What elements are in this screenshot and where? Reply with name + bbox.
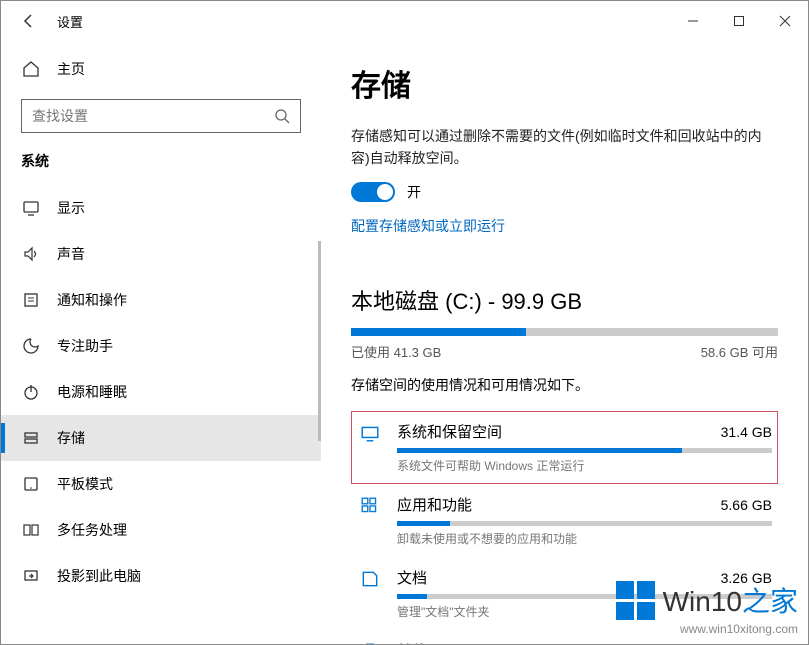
maximize-icon [733, 15, 745, 27]
sidebar-item-label: 投影到此电脑 [57, 566, 141, 586]
sidebar-item-label: 通知和操作 [57, 290, 127, 310]
disk-free-label: 58.6 GB 可用 [701, 342, 778, 361]
watermark: Win10之家 www.win10xitong.com [616, 580, 798, 636]
display-icon [21, 199, 41, 217]
page-title: 存储 [351, 61, 778, 105]
main-content: 存储 存储感知可以通过删除不需要的文件(例如临时文件和回收站中的内容)自动释放空… [321, 41, 808, 644]
sidebar-item-label: 专注助手 [57, 336, 113, 356]
tablet-icon [21, 475, 41, 493]
home-icon [21, 60, 41, 78]
other-icon [357, 642, 383, 644]
toggle-label: 开 [407, 182, 421, 202]
sidebar-item-tablet[interactable]: 平板模式 [1, 461, 321, 507]
sidebar-item-label: 多任务处理 [57, 520, 127, 540]
category-system[interactable]: 系统和保留空间 31.4 GB 系统文件可帮助 Windows 正常运行 [351, 411, 778, 484]
minimize-icon [687, 15, 699, 27]
arrow-left-icon [21, 13, 37, 29]
sidebar-item-sound[interactable]: 声音 [1, 231, 321, 277]
search-icon [274, 108, 290, 124]
nav-list: 显示声音通知和操作专注助手电源和睡眠存储平板模式多任务处理投影到此电脑 [1, 185, 321, 599]
sidebar-item-power[interactable]: 电源和睡眠 [1, 369, 321, 415]
category-name: 应用和功能 [397, 494, 472, 515]
category-size: 31.4 GB [721, 424, 772, 440]
sidebar-item-project[interactable]: 投影到此电脑 [1, 553, 321, 599]
focus-icon [21, 337, 41, 355]
notifications-icon [21, 291, 41, 309]
category-name: 文档 [397, 567, 427, 588]
storage-sense-desc: 存储感知可以通过删除不需要的文件(例如临时文件和回收站中的内容)自动释放空间。 [351, 125, 778, 170]
home-button[interactable]: 主页 [1, 51, 321, 87]
sidebar-item-notifications[interactable]: 通知和操作 [1, 277, 321, 323]
category-size: 5.66 GB [721, 497, 772, 513]
category-bar [397, 521, 772, 526]
sidebar-item-label: 显示 [57, 198, 85, 218]
storage-sense-toggle[interactable] [351, 182, 395, 202]
project-icon [21, 567, 41, 585]
usage-desc: 存储空间的使用情况和可用情况如下。 [351, 375, 778, 395]
sidebar: 主页 系统 显示声音通知和操作专注助手电源和睡眠存储平板模式多任务处理投影到此电… [1, 41, 321, 644]
disk-used-label: 已使用 41.3 GB [351, 342, 441, 361]
home-label: 主页 [57, 59, 85, 79]
watermark-url: www.win10xitong.com [616, 622, 798, 636]
minimize-button[interactable] [670, 1, 716, 41]
apps-icon [357, 496, 383, 516]
search-box[interactable] [21, 99, 301, 133]
category-name: 其他 [397, 640, 427, 644]
windows-logo-icon [616, 581, 655, 620]
power-icon [21, 383, 41, 401]
sidebar-item-display[interactable]: 显示 [1, 185, 321, 231]
back-button[interactable] [11, 1, 47, 41]
maximize-button[interactable] [716, 1, 762, 41]
window-title: 设置 [57, 12, 83, 31]
category-apps[interactable]: 应用和功能 5.66 GB 卸载未使用或不想要的应用和功能 [351, 484, 778, 557]
storage-icon [21, 429, 41, 447]
system-icon [357, 423, 383, 443]
titlebar: 设置 [1, 1, 808, 41]
category-sub: 系统文件可帮助 Windows 正常运行 [397, 457, 772, 474]
sidebar-item-focus[interactable]: 专注助手 [1, 323, 321, 369]
search-input[interactable] [32, 108, 274, 124]
close-button[interactable] [762, 1, 808, 41]
sidebar-item-label: 存储 [57, 428, 85, 448]
sidebar-item-storage[interactable]: 存储 [1, 415, 321, 461]
sidebar-item-label: 电源和睡眠 [57, 382, 127, 402]
multitask-icon [21, 521, 41, 539]
section-label: 系统 [1, 151, 321, 185]
close-icon [779, 15, 791, 27]
sound-icon [21, 245, 41, 263]
disk-usage-bar [351, 328, 778, 336]
sidebar-item-label: 平板模式 [57, 474, 113, 494]
disk-title: 本地磁盘 (C:) - 99.9 GB [351, 284, 778, 316]
category-name: 系统和保留空间 [397, 421, 502, 442]
sidebar-item-multitask[interactable]: 多任务处理 [1, 507, 321, 553]
category-sub: 卸载未使用或不想要的应用和功能 [397, 530, 772, 547]
category-bar [397, 448, 772, 453]
sidebar-item-label: 声音 [57, 244, 85, 264]
configure-link[interactable]: 配置存储感知或立即运行 [351, 216, 505, 236]
docs-icon [357, 569, 383, 589]
